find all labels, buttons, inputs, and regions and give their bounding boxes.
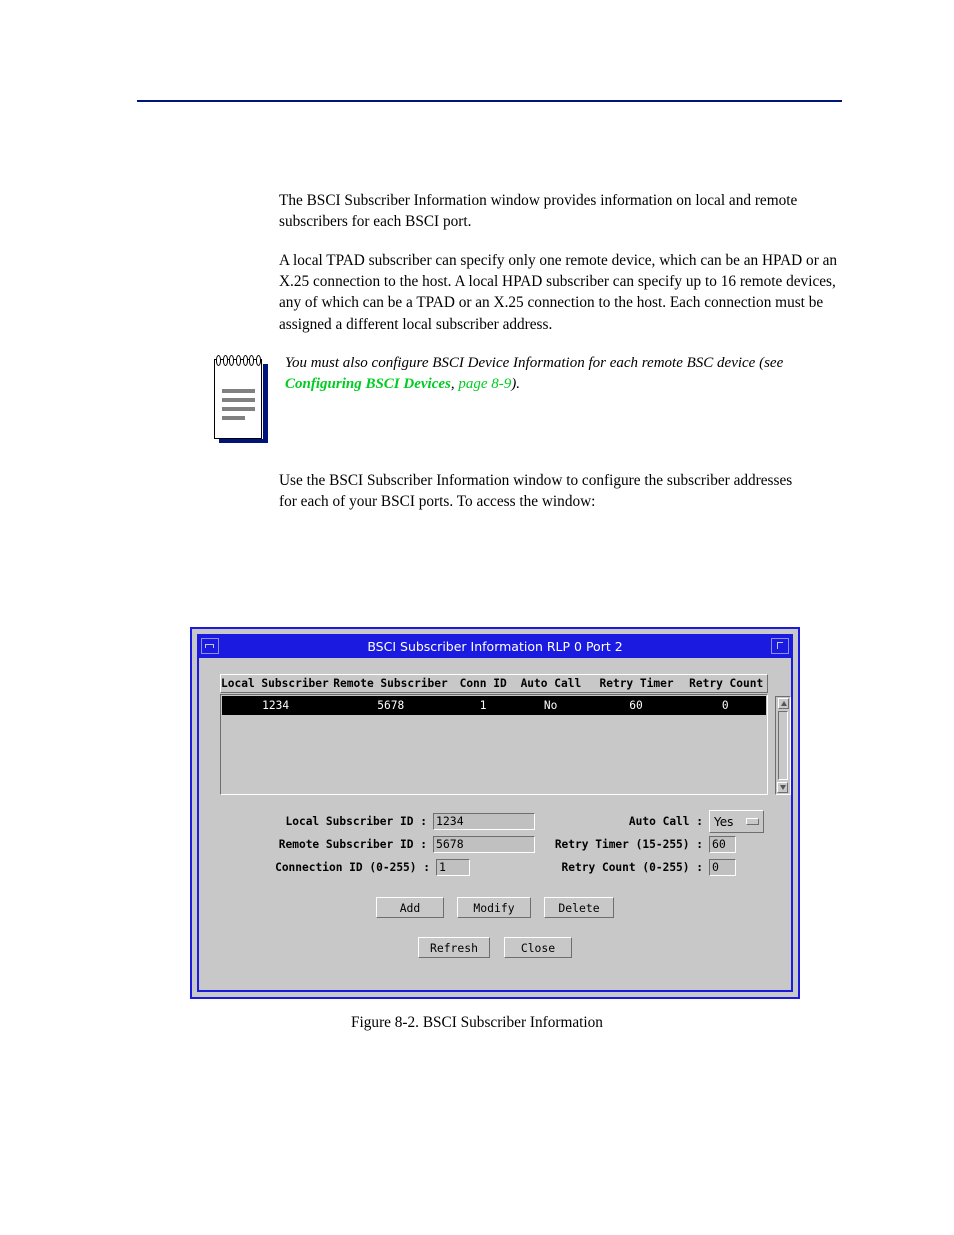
label-remote-subscriber-id: Remote Subscriber ID :: [278, 838, 427, 851]
intro-text-block: The BSCI Subscriber Information window p…: [279, 190, 841, 353]
cell-retry-count: 0: [721, 699, 729, 712]
maximize-icon[interactable]: [771, 638, 789, 654]
action-button-row: Add Modify Delete: [199, 897, 791, 918]
column-header-conn-id: Conn ID: [459, 677, 507, 690]
table-list-box[interactable]: 1234 5678 1 No 60 0: [220, 694, 768, 795]
note-text-after: ).: [511, 376, 521, 393]
note-link-configuring-bsci-devices[interactable]: Configuring BSCI Devices: [285, 376, 451, 392]
paragraph-2: A local TPAD subscriber can specify only…: [279, 252, 838, 333]
window-inner-frame: BSCI Subscriber Information RLP 0 Port 2…: [197, 634, 793, 992]
label-auto-call: Auto Call :: [628, 815, 703, 828]
table-row[interactable]: 1234 5678 1 No 60 0: [222, 696, 766, 715]
note-text-before: You must also configure BSCI Device Info…: [285, 355, 784, 371]
column-header-auto-call: Auto Call: [520, 677, 582, 690]
label-retry-count: Retry Count (0-255) :: [561, 861, 703, 874]
remote-subscriber-id-input[interactable]: 5678: [432, 836, 535, 853]
instruction-text-block: Use the BSCI Subscriber Information wind…: [279, 470, 799, 530]
column-header-remote-subscriber: Remote Subscriber: [333, 677, 448, 690]
minimize-icon[interactable]: [201, 638, 219, 654]
column-header-retry-timer: Retry Timer: [599, 677, 674, 690]
cell-remote-subscriber: 5678: [377, 699, 405, 712]
field-row-connection-id: Connection ID (0-255) : 1: [275, 856, 535, 879]
form-right-column: Auto Call : Yes Retry Timer (15-255) : 6…: [547, 810, 797, 879]
header-rule: [137, 100, 842, 102]
bsci-subscriber-information-window[interactable]: BSCI Subscriber Information RLP 0 Port 2…: [190, 627, 800, 999]
connection-id-input[interactable]: 1: [436, 859, 470, 876]
form-left-column: Local Subscriber ID : 1234 Remote Subscr…: [275, 810, 535, 879]
cell-local-subscriber: 1234: [262, 699, 290, 712]
paragraph-1: The BSCI Subscriber Information window p…: [279, 192, 798, 231]
refresh-button[interactable]: Refresh: [418, 937, 490, 958]
window-button-row: Refresh Close: [199, 937, 791, 958]
auto-call-option-menu[interactable]: Yes: [709, 810, 764, 833]
field-row-auto-call: Auto Call : Yes: [547, 810, 797, 833]
field-row-local-subscriber-id: Local Subscriber ID : 1234: [275, 810, 535, 833]
option-menu-indicator-icon: [746, 818, 759, 825]
window-title: BSCI Subscriber Information RLP 0 Port 2: [367, 638, 623, 654]
retry-timer-input[interactable]: 60: [709, 836, 736, 853]
figure-caption: Figure 8-2. BSCI Subscriber Information: [351, 1014, 603, 1031]
table-header-row: Local Subscriber Remote Subscriber Conn …: [220, 674, 768, 693]
cell-retry-timer: 60: [629, 699, 643, 712]
window-titlebar[interactable]: BSCI Subscriber Information RLP 0 Port 2: [199, 636, 791, 658]
modify-button[interactable]: Modify: [457, 897, 531, 918]
field-row-remote-subscriber-id: Remote Subscriber ID : 5678: [275, 833, 535, 856]
local-subscriber-id-input[interactable]: 1234: [432, 813, 535, 830]
table-vertical-scrollbar[interactable]: [775, 696, 791, 795]
scroll-up-arrow-icon[interactable]: [777, 698, 789, 709]
label-local-subscriber-id: Local Subscriber ID :: [285, 815, 427, 828]
column-header-local-subscriber: Local Subscriber: [221, 677, 329, 690]
retry-count-input[interactable]: 0: [709, 859, 736, 876]
window-outer-frame: BSCI Subscriber Information RLP 0 Port 2…: [190, 627, 800, 999]
notepad-icon: [214, 355, 270, 443]
cell-auto-call: No: [543, 699, 558, 712]
label-retry-timer: Retry Timer (15-255) :: [554, 838, 703, 851]
note-block: You must also configure BSCI Device Info…: [214, 353, 834, 443]
field-row-retry-count: Retry Count (0-255) : 0: [547, 856, 797, 879]
scroll-down-arrow-icon[interactable]: [777, 782, 788, 793]
field-row-retry-timer: Retry Timer (15-255) : 60: [547, 833, 797, 856]
scrollbar-thumb[interactable]: [778, 711, 788, 780]
subscriber-table: Local Subscriber Remote Subscriber Conn …: [220, 674, 768, 795]
paragraph-3: Use the BSCI Subscriber Information wind…: [279, 472, 793, 511]
auto-call-selected-value: Yes: [714, 814, 734, 829]
cell-conn-id: 1: [479, 699, 487, 712]
note-text: You must also configure BSCI Device Info…: [270, 353, 834, 396]
add-button[interactable]: Add: [376, 897, 444, 918]
close-button[interactable]: Close: [504, 937, 572, 958]
delete-button[interactable]: Delete: [544, 897, 614, 918]
column-header-retry-count: Retry Count: [689, 677, 764, 690]
label-connection-id: Connection ID (0-255) :: [275, 861, 430, 874]
window-content: Local Subscriber Remote Subscriber Conn …: [199, 658, 791, 990]
note-page-reference[interactable]: page 8-9: [458, 376, 511, 392]
